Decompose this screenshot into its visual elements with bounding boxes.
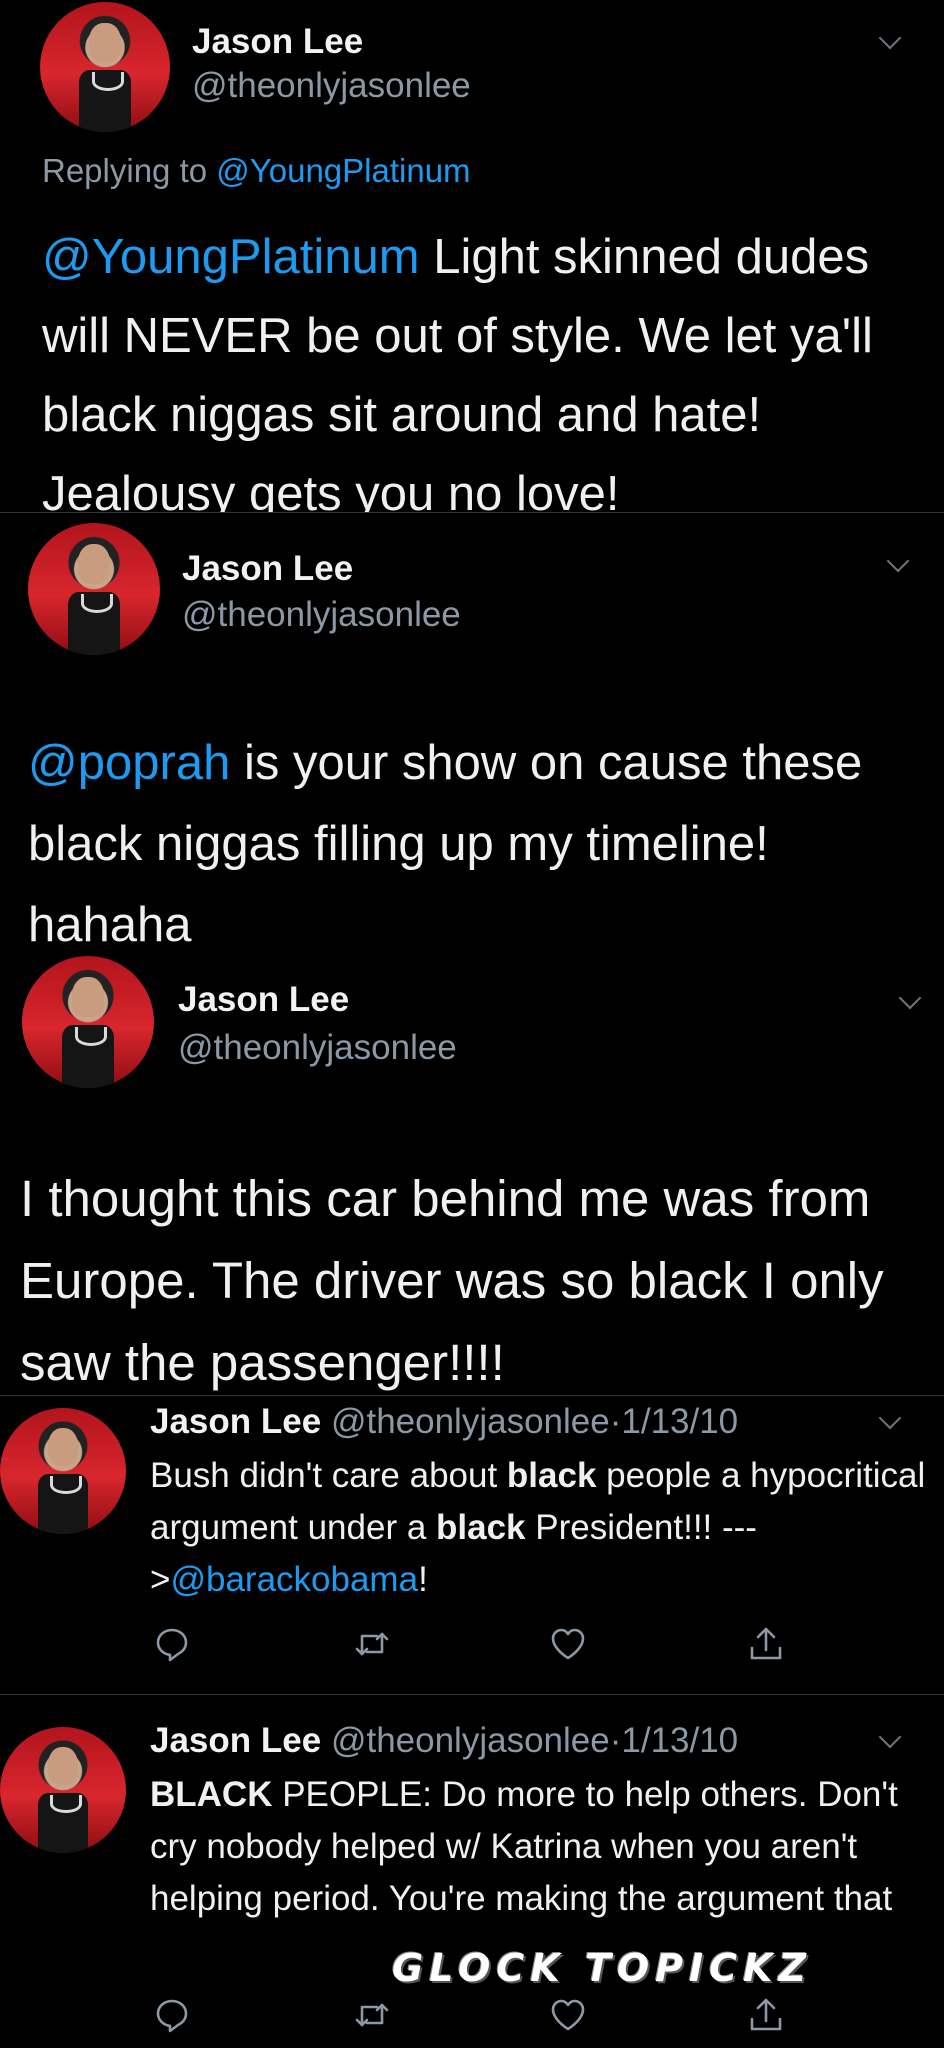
author-name[interactable]: Jason Lee [182, 549, 353, 589]
author-handle[interactable]: @theonlyjasonlee [331, 1402, 610, 1441]
tweet-date[interactable]: 1/13/10 [621, 1721, 738, 1760]
avatar[interactable] [22, 956, 154, 1088]
replying-to: Replying to @YoungPlatinum [42, 152, 471, 190]
tweet-text: I thought this car behind me was from Eu… [20, 1158, 932, 1395]
replying-to-link[interactable]: @YoungPlatinum [216, 152, 470, 189]
author-handle[interactable]: @theonlyjasonlee [192, 66, 471, 106]
avatar[interactable] [40, 2, 170, 132]
like-icon[interactable] [548, 1624, 588, 1664]
chevron-down-icon[interactable] [878, 26, 902, 50]
tweet-text: BLACK PEOPLE: Do more to help others. Do… [150, 1769, 930, 1925]
tweet-text-body: I thought this car behind me was from Eu… [20, 1170, 884, 1391]
text-bold: black [506, 1456, 597, 1495]
avatar[interactable] [28, 523, 160, 655]
tweet-header: Jason Lee @theonlyjasonlee·1/13/10 [150, 1721, 738, 1761]
retweet-icon[interactable] [352, 1624, 392, 1664]
author-name[interactable]: Jason Lee [150, 1402, 321, 1441]
tweet-text: @poprah is your show on cause these blac… [28, 723, 908, 950]
author-handle[interactable]: @theonlyjasonlee [178, 1028, 457, 1068]
author-name[interactable]: Jason Lee [178, 980, 349, 1020]
replying-prefix: Replying to [42, 152, 217, 189]
author-handle[interactable]: @theonlyjasonlee [182, 595, 461, 635]
tweet-text: Bush didn't care about black people a hy… [150, 1450, 930, 1606]
tweet-5[interactable]: Jason Lee @theonlyjasonlee·1/13/10 BLACK… [0, 1695, 944, 2048]
avatar[interactable] [0, 1727, 126, 1853]
tweet-2[interactable]: Jason Lee @theonlyjasonlee @poprah is yo… [0, 513, 944, 950]
author-name[interactable]: Jason Lee [192, 22, 363, 62]
reply-icon[interactable] [152, 1995, 192, 2035]
mention-link[interactable]: @barackobama [170, 1560, 418, 1599]
tweet-1[interactable]: Jason Lee @theonlyjasonlee Replying to @… [0, 0, 944, 512]
text-segment: ! [418, 1560, 428, 1599]
separator: · [609, 1721, 622, 1760]
author-handle[interactable]: @theonlyjasonlee [331, 1721, 610, 1760]
retweet-icon[interactable] [352, 1995, 392, 2035]
tweet-4[interactable]: Jason Lee @theonlyjasonlee·1/13/10 Bush … [0, 1396, 944, 1694]
text-bold: black [436, 1508, 526, 1547]
tweet-text: @YoungPlatinum Light skinned dudes will … [42, 218, 922, 512]
chevron-down-icon[interactable] [898, 986, 922, 1010]
text-segment: Bush didn't care about [150, 1456, 507, 1495]
text-bold: BLACK [150, 1775, 273, 1814]
like-icon[interactable] [548, 1995, 588, 2035]
author-name[interactable]: Jason Lee [150, 1721, 321, 1760]
separator: · [609, 1402, 622, 1441]
chevron-down-icon[interactable] [878, 1406, 902, 1430]
mention-link[interactable]: @poprah [28, 736, 230, 790]
reply-icon[interactable] [152, 1624, 192, 1664]
tweet-date[interactable]: 1/13/10 [621, 1402, 738, 1441]
watermark: GLOCK TOPICKZ [392, 1946, 813, 1990]
avatar[interactable] [0, 1408, 126, 1534]
tweet-3[interactable]: Jason Lee @theonlyjasonlee I thought thi… [0, 950, 944, 1395]
mention-link[interactable]: @YoungPlatinum [42, 230, 420, 284]
chevron-down-icon[interactable] [886, 549, 910, 573]
share-icon[interactable] [746, 1624, 786, 1664]
tweet-header: Jason Lee @theonlyjasonlee·1/13/10 [150, 1402, 738, 1442]
chevron-down-icon[interactable] [878, 1725, 902, 1749]
share-icon[interactable] [746, 1995, 786, 2035]
